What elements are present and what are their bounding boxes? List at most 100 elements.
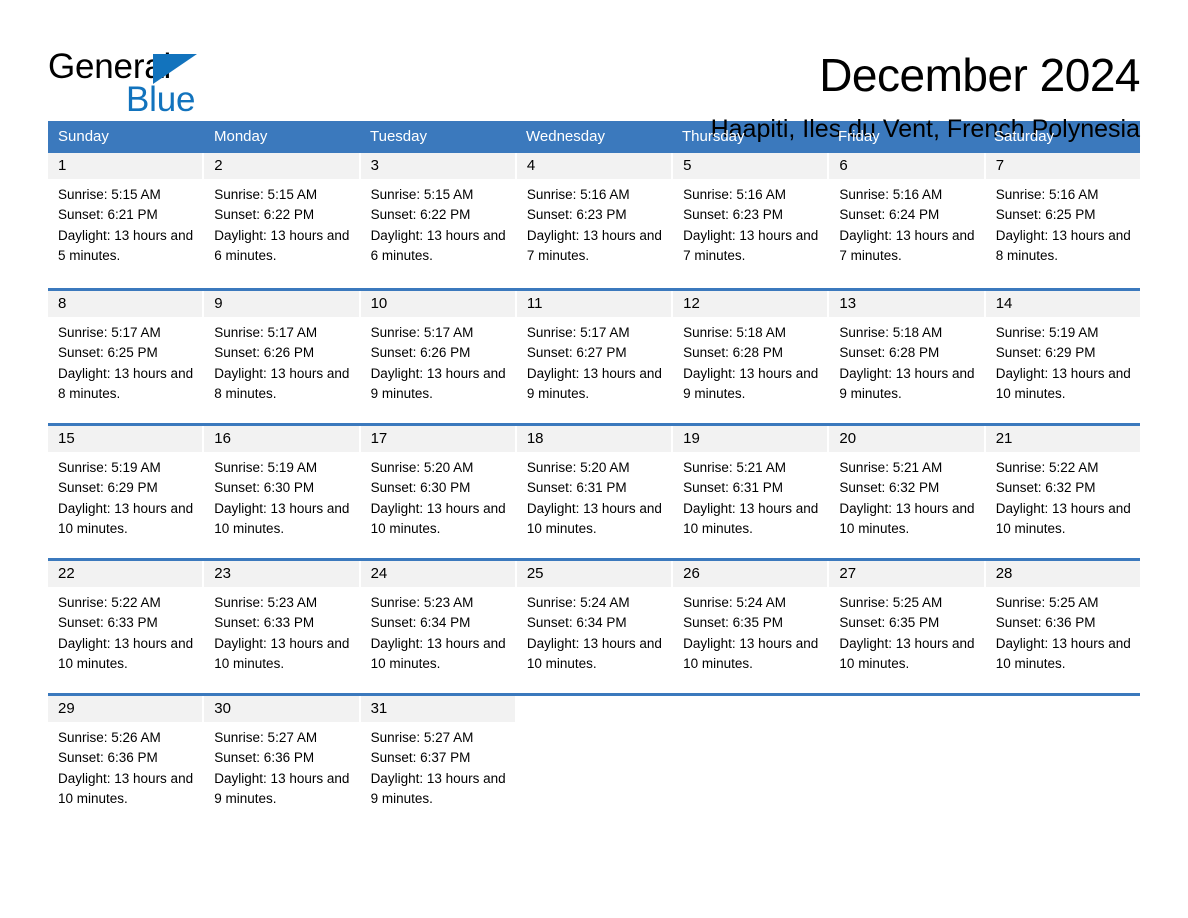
day-number-band: 16 bbox=[204, 426, 359, 452]
calendar-week-row: 8 Sunrise: 5:17 AM Sunset: 6:25 PM Daylig… bbox=[48, 288, 1140, 414]
day-number-band: 7 bbox=[985, 153, 1140, 179]
weekday-header-friday: Friday bbox=[838, 128, 880, 145]
day-number: 30 bbox=[214, 700, 231, 717]
calendar-day-cell[interactable]: 7 Sunrise: 5:16 AM Sunset: 6:25 PM Daylig… bbox=[985, 153, 1140, 279]
day-number: 19 bbox=[683, 430, 700, 447]
calendar-weeks: 1 Sunrise: 5:15 AM Sunset: 6:21 PM Daylig… bbox=[48, 153, 1140, 819]
day-sun-info bbox=[673, 722, 827, 728]
calendar-day-cell-empty bbox=[986, 696, 1140, 819]
calendar-day-cell[interactable]: 25 Sunrise: 5:24 AM Sunset: 6:34 PM Dayli… bbox=[516, 561, 672, 684]
day-sun-info: Sunrise: 5:19 AM Sunset: 6:29 PM Dayligh… bbox=[58, 460, 194, 536]
day-sun-info: Sunrise: 5:20 AM Sunset: 6:31 PM Dayligh… bbox=[526, 460, 662, 536]
day-sun-info: Sunrise: 5:15 AM Sunset: 6:22 PM Dayligh… bbox=[370, 187, 506, 263]
calendar-day-cell[interactable]: 21 Sunrise: 5:22 AM Sunset: 6:32 PM Dayli… bbox=[985, 426, 1140, 549]
day-number-band: 11 bbox=[516, 291, 672, 317]
day-number-band: 14 bbox=[985, 291, 1140, 317]
day-sun-info: Sunrise: 5:19 AM Sunset: 6:29 PM Dayligh… bbox=[995, 325, 1131, 401]
calendar-day-cell[interactable]: 11 Sunrise: 5:17 AM Sunset: 6:27 PM Dayli… bbox=[516, 291, 672, 414]
day-number-band: 15 bbox=[48, 426, 203, 452]
day-number: 12 bbox=[683, 295, 700, 312]
day-number: 4 bbox=[526, 157, 536, 174]
calendar-day-cell[interactable]: 22 Sunrise: 5:22 AM Sunset: 6:33 PM Dayli… bbox=[48, 561, 203, 684]
calendar-day-cell[interactable]: 8 Sunrise: 5:17 AM Sunset: 6:25 PM Daylig… bbox=[48, 291, 203, 414]
day-number: 17 bbox=[370, 430, 388, 447]
calendar-day-cell[interactable]: 4 Sunrise: 5:16 AM Sunset: 6:23 PM Daylig… bbox=[516, 153, 672, 279]
general-blue-logo[interactable]: General Blue bbox=[48, 46, 258, 120]
calendar-day-cell[interactable]: 13 Sunrise: 5:18 AM Sunset: 6:28 PM Dayli… bbox=[829, 291, 984, 414]
day-number-band: 20 bbox=[829, 426, 984, 452]
calendar-day-cell[interactable]: 31 Sunrise: 5:27 AM Sunset: 6:37 PM Dayli… bbox=[360, 696, 515, 819]
day-sun-info: Sunrise: 5:25 AM Sunset: 6:35 PM Dayligh… bbox=[839, 595, 975, 671]
day-sun-info: Sunrise: 5:16 AM Sunset: 6:23 PM Dayligh… bbox=[683, 187, 819, 263]
day-number: 11 bbox=[526, 295, 543, 312]
day-number: 2 bbox=[214, 157, 223, 174]
calendar-day-cell[interactable]: 27 Sunrise: 5:25 AM Sunset: 6:35 PM Dayli… bbox=[829, 561, 984, 684]
calendar-day-cell[interactable]: 19 Sunrise: 5:21 AM Sunset: 6:31 PM Dayli… bbox=[673, 426, 828, 549]
day-number-band: 8 bbox=[48, 291, 203, 317]
calendar-day-cell[interactable]: 15 Sunrise: 5:19 AM Sunset: 6:29 PM Dayli… bbox=[48, 426, 203, 549]
day-number-band: 23 bbox=[204, 561, 359, 587]
day-number-band: 4 bbox=[516, 153, 672, 179]
day-number-band: 9 bbox=[204, 291, 359, 317]
day-sun-info: Sunrise: 5:27 AM Sunset: 6:36 PM Dayligh… bbox=[214, 730, 350, 806]
day-number-band: 2 bbox=[204, 153, 359, 179]
calendar-day-cell[interactable]: 14 Sunrise: 5:19 AM Sunset: 6:29 PM Dayli… bbox=[985, 291, 1140, 414]
weekday-header-wednesday: Wednesday bbox=[526, 128, 605, 145]
calendar-day-cell[interactable]: 6 Sunrise: 5:16 AM Sunset: 6:24 PM Daylig… bbox=[829, 153, 984, 279]
calendar-day-cell[interactable]: 29 Sunrise: 5:26 AM Sunset: 6:36 PM Dayli… bbox=[48, 696, 203, 819]
day-number-band: 27 bbox=[829, 561, 984, 587]
day-number-band: 30 bbox=[204, 696, 359, 722]
day-number-band bbox=[673, 696, 827, 722]
calendar-day-cell[interactable]: 18 Sunrise: 5:20 AM Sunset: 6:31 PM Dayli… bbox=[516, 426, 672, 549]
day-number-band: 24 bbox=[360, 561, 515, 587]
day-sun-info: Sunrise: 5:22 AM Sunset: 6:33 PM Dayligh… bbox=[58, 595, 194, 671]
day-number: 16 bbox=[214, 430, 231, 447]
day-number: 23 bbox=[214, 565, 231, 582]
calendar-day-cell[interactable]: 2 Sunrise: 5:15 AM Sunset: 6:22 PM Daylig… bbox=[204, 153, 359, 279]
day-sun-info bbox=[986, 722, 1140, 728]
day-number: 14 bbox=[995, 295, 1013, 312]
day-number: 31 bbox=[370, 700, 388, 717]
weekday-header-tuesday: Tuesday bbox=[370, 128, 427, 145]
calendar-day-cell[interactable]: 16 Sunrise: 5:19 AM Sunset: 6:30 PM Dayli… bbox=[204, 426, 359, 549]
day-sun-info: Sunrise: 5:23 AM Sunset: 6:33 PM Dayligh… bbox=[214, 595, 350, 671]
day-number: 6 bbox=[839, 157, 848, 174]
calendar-day-cell[interactable]: 23 Sunrise: 5:23 AM Sunset: 6:33 PM Dayli… bbox=[204, 561, 359, 684]
day-number: 21 bbox=[995, 430, 1013, 447]
calendar-week-row: 1 Sunrise: 5:15 AM Sunset: 6:21 PM Daylig… bbox=[48, 153, 1140, 279]
day-number: 18 bbox=[526, 430, 544, 447]
calendar-day-cell[interactable]: 28 Sunrise: 5:25 AM Sunset: 6:36 PM Dayli… bbox=[985, 561, 1140, 684]
day-number: 22 bbox=[58, 565, 75, 582]
calendar-day-cell[interactable]: 9 Sunrise: 5:17 AM Sunset: 6:26 PM Daylig… bbox=[204, 291, 359, 414]
calendar-day-cell[interactable]: 30 Sunrise: 5:27 AM Sunset: 6:36 PM Dayli… bbox=[204, 696, 359, 819]
day-number-band: 18 bbox=[516, 426, 672, 452]
calendar-day-cell[interactable]: 3 Sunrise: 5:15 AM Sunset: 6:22 PM Daylig… bbox=[360, 153, 515, 279]
day-sun-info: Sunrise: 5:15 AM Sunset: 6:22 PM Dayligh… bbox=[214, 187, 350, 263]
day-sun-info: Sunrise: 5:24 AM Sunset: 6:35 PM Dayligh… bbox=[683, 595, 819, 671]
day-number: 5 bbox=[683, 157, 692, 174]
day-sun-info: Sunrise: 5:21 AM Sunset: 6:31 PM Dayligh… bbox=[683, 460, 819, 536]
day-sun-info: Sunrise: 5:26 AM Sunset: 6:36 PM Dayligh… bbox=[58, 730, 194, 806]
day-number: 15 bbox=[58, 430, 75, 447]
day-number: 24 bbox=[370, 565, 388, 582]
calendar-day-cell[interactable]: 26 Sunrise: 5:24 AM Sunset: 6:35 PM Dayli… bbox=[673, 561, 828, 684]
calendar-day-cell[interactable]: 12 Sunrise: 5:18 AM Sunset: 6:28 PM Dayli… bbox=[673, 291, 828, 414]
calendar-week-row: 22 Sunrise: 5:22 AM Sunset: 6:33 PM Dayli… bbox=[48, 558, 1140, 684]
day-number: 3 bbox=[370, 157, 379, 174]
calendar-day-cell[interactable]: 24 Sunrise: 5:23 AM Sunset: 6:34 PM Dayli… bbox=[360, 561, 515, 684]
day-number: 27 bbox=[839, 565, 857, 582]
day-sun-info: Sunrise: 5:20 AM Sunset: 6:30 PM Dayligh… bbox=[370, 460, 506, 536]
day-number: 29 bbox=[58, 700, 75, 717]
calendar-day-cell-empty bbox=[673, 696, 827, 819]
page-header: General Blue December 2024 Haapiti, Iles… bbox=[48, 0, 1141, 143]
calendar-day-cell[interactable]: 1 Sunrise: 5:15 AM Sunset: 6:21 PM Daylig… bbox=[48, 153, 203, 279]
day-sun-info: Sunrise: 5:27 AM Sunset: 6:37 PM Dayligh… bbox=[370, 730, 506, 806]
weekday-header-thursday: Thursday bbox=[682, 128, 745, 145]
calendar-day-cell[interactable]: 5 Sunrise: 5:16 AM Sunset: 6:23 PM Daylig… bbox=[673, 153, 828, 279]
day-number-band: 10 bbox=[360, 291, 515, 317]
calendar-day-cell[interactable]: 10 Sunrise: 5:17 AM Sunset: 6:26 PM Dayli… bbox=[360, 291, 515, 414]
day-number: 10 bbox=[370, 295, 388, 312]
calendar-day-cell[interactable]: 17 Sunrise: 5:20 AM Sunset: 6:30 PM Dayli… bbox=[360, 426, 515, 549]
weekday-header-sunday: Sunday bbox=[58, 128, 109, 145]
calendar-day-cell[interactable]: 20 Sunrise: 5:21 AM Sunset: 6:32 PM Dayli… bbox=[829, 426, 984, 549]
